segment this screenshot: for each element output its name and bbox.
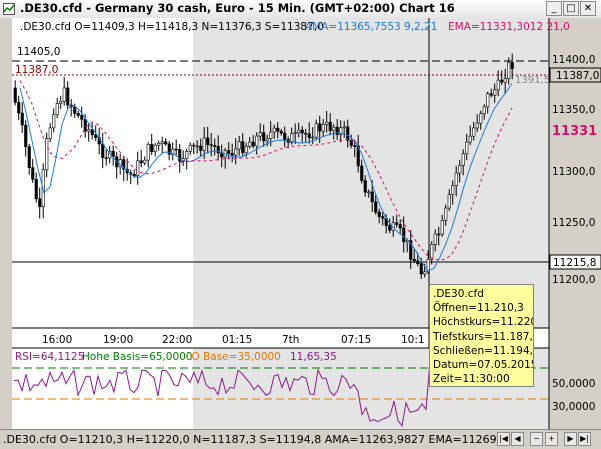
close-button[interactable]: ✕	[580, 1, 596, 16]
rsi-hohe-label: Hohe Basis=65,0000	[82, 351, 193, 363]
tooltip-low: Tiefstkurs=11.187,3	[433, 330, 534, 343]
ema-price-label: 11331	[552, 124, 597, 139]
ohlc-header: .DE30.cfd O=11409,3 H=11418,3 N=11376,3 …	[20, 21, 324, 33]
tooltip-high: Höchstkurs=11.220,0	[433, 316, 533, 329]
crosshair-price-label: 1391,5	[515, 75, 550, 86]
tooltip-close: Schließen=11.194,8	[433, 344, 534, 357]
nav-last-button[interactable]: ▶|	[578, 432, 591, 446]
status-bar: .DE30.cfd O=11210,3 H=11220,0 N=11187,3 …	[0, 429, 601, 449]
data-window-tooltip: .DE30.cfd Öffnen=11.210,3 Höchstkurs=11.…	[429, 284, 534, 387]
ama-label: AMA=11365,7553 9,2,21	[305, 21, 437, 33]
rsi-axis-50: 50,0000	[552, 378, 595, 390]
svg-text:22:00: 22:00	[162, 334, 192, 346]
rsi-lo-label: LO Base=35,0000	[186, 351, 281, 363]
tooltip-open: Öffnen=11.210,3	[433, 302, 524, 315]
title-bar: .DE30.cfd - Germany 30 cash, Euro - 15 M…	[0, 0, 601, 19]
tooltip-date: Datum=07.05.2015	[433, 359, 534, 372]
crosshair-price-box: 11215,8	[553, 257, 596, 269]
svg-text:11300,0: 11300,0	[552, 166, 595, 178]
nav-prev-button[interactable]: ◀	[511, 432, 524, 446]
window-title: .DE30.cfd - Germany 30 cash, Euro - 15 M…	[20, 1, 455, 15]
level-high-label: 11405,0	[17, 46, 60, 58]
svg-text:11200,0: 11200,0	[552, 274, 595, 286]
level-mid-label: 11387,0	[15, 64, 58, 76]
svg-text:11350,0: 11350,0	[552, 104, 595, 116]
svg-text:07:15: 07:15	[341, 334, 371, 346]
rsi-label: RSI=64,1125	[15, 351, 84, 363]
rsi-axis-30: 30,0000	[552, 401, 595, 413]
svg-text:7th: 7th	[282, 334, 299, 346]
tooltip-time: Zeit=11:30:00	[433, 373, 510, 386]
zoom-in-button[interactable]: +	[545, 432, 558, 446]
chart-window-icon	[3, 3, 15, 15]
zoom-out-button[interactable]: −	[530, 432, 543, 446]
svg-text:10:1: 10:1	[401, 334, 425, 346]
minimize-button[interactable]: _	[546, 1, 562, 16]
svg-text:19:00: 19:00	[103, 334, 133, 346]
svg-text:16:00: 16:00	[42, 334, 72, 346]
nav-first-button[interactable]: |◀	[497, 432, 510, 446]
svg-text:11400,0: 11400,0	[552, 54, 595, 66]
maximize-button[interactable]: □	[563, 1, 579, 16]
current-price-label: 11387,0	[556, 70, 599, 82]
svg-text:11250,0: 11250,0	[552, 217, 595, 229]
status-text: .DE30.cfd O=11210,3 H=11220,0 N=11187,3 …	[3, 433, 508, 446]
selected-range-highlight	[193, 18, 549, 328]
tooltip-symbol: .DE30.cfd	[433, 288, 484, 300]
ema-label: EMA=11331,3012 21,0	[448, 21, 570, 33]
nav-next-button[interactable]: ▶	[564, 432, 577, 446]
svg-text:01:15: 01:15	[222, 334, 252, 346]
rsi-params-label: 11,65,35	[290, 351, 337, 363]
